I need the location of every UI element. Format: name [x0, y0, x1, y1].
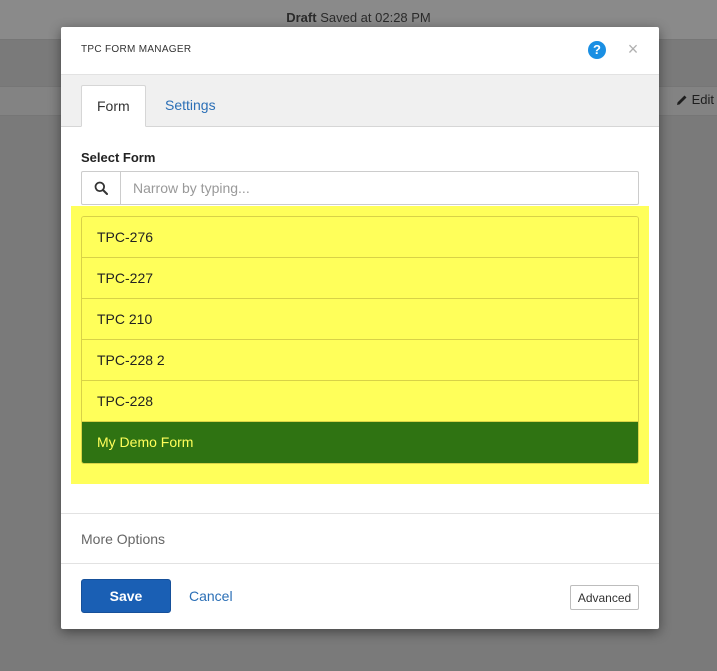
list-item[interactable]: TPC-227 [82, 258, 638, 299]
select-form-label: Select Form [81, 150, 156, 165]
edit-label: Edit [691, 92, 714, 107]
save-button[interactable]: Save [81, 579, 171, 613]
form-manager-modal: TPC FORM MANAGER ? × Form Settings Selec… [61, 27, 659, 629]
close-icon[interactable]: × [626, 39, 640, 59]
list-item[interactable]: TPC-276 [82, 217, 638, 258]
saved-time: Saved at 02:28 PM [316, 10, 431, 25]
search-input[interactable] [121, 172, 638, 204]
tab-settings[interactable]: Settings [150, 85, 231, 127]
list-item[interactable]: TPC-228 2 [82, 340, 638, 381]
modal-header: TPC FORM MANAGER ? × [61, 27, 659, 75]
form-list: TPC-276 TPC-227 TPC 210 TPC-228 2 TPC-22… [81, 216, 639, 464]
tab-form[interactable]: Form [81, 85, 146, 127]
draft-status: Draft [286, 10, 317, 25]
search-group [81, 171, 639, 205]
advanced-button[interactable]: Advanced [570, 585, 639, 610]
list-item[interactable]: TPC 210 [82, 299, 638, 340]
list-item-selected[interactable]: My Demo Form [82, 422, 638, 463]
more-options-toggle[interactable]: More Options [61, 513, 659, 564]
background-edit-button[interactable]: Edit [676, 92, 714, 107]
help-icon[interactable]: ? [588, 41, 606, 59]
pencil-icon [676, 95, 687, 105]
modal-footer: Save Cancel Advanced [61, 564, 659, 629]
form-tab-content: Select Form TPC-276 TPC-227 TPC 210 TPC-… [61, 127, 659, 513]
search-icon [94, 181, 108, 195]
tab-bar: Form Settings [61, 75, 659, 127]
search-addon [82, 172, 121, 204]
list-item[interactable]: TPC-228 [82, 381, 638, 422]
cancel-link[interactable]: Cancel [189, 588, 233, 604]
modal-title: TPC FORM MANAGER [81, 44, 192, 55]
